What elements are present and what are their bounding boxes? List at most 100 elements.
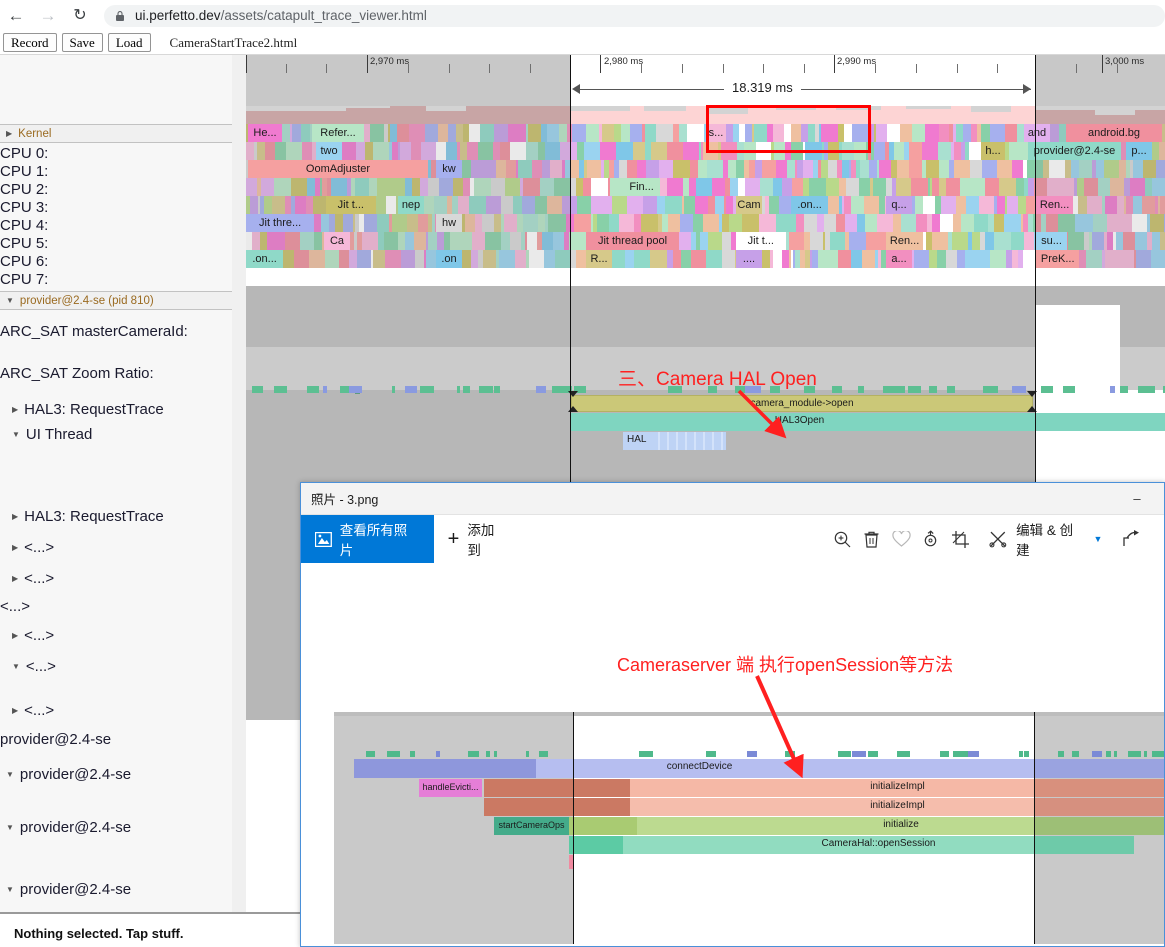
cpu-slice[interactable] xyxy=(994,214,1004,232)
cpu-slice[interactable] xyxy=(706,250,722,268)
inner-tick-chip[interactable] xyxy=(387,751,400,757)
cpu-slice[interactable] xyxy=(929,250,937,268)
cpu-slice[interactable] xyxy=(873,178,886,196)
cpu-slice[interactable] xyxy=(700,232,708,250)
rotate-button[interactable] xyxy=(916,515,946,563)
hal-tick-chip[interactable] xyxy=(307,386,319,393)
inner-tick-chip[interactable] xyxy=(366,751,375,757)
cpu-slice-labeled[interactable]: Jit thread pool xyxy=(586,232,679,250)
thread-track-provider-2[interactable]: ▼ provider@2.4-se xyxy=(0,796,246,858)
cpu-slice[interactable] xyxy=(574,214,591,232)
cpu-slice[interactable] xyxy=(954,160,970,178)
cpu-slice[interactable] xyxy=(999,178,1016,196)
cpu-slice[interactable] xyxy=(1004,214,1021,232)
cpu-slice[interactable] xyxy=(804,214,817,232)
cpu-slice-labeled[interactable]: and xyxy=(1024,124,1050,142)
cpu-slice[interactable] xyxy=(879,160,891,178)
cpu-slice-row-1[interactable]: two h... provider@2.4-se p... xyxy=(246,142,1165,160)
track-group-process[interactable]: ▼ provider@2.4-se (pid 810) xyxy=(0,291,246,310)
track-pane-scrollbar[interactable] xyxy=(232,55,246,912)
cpu-slice-labeled[interactable]: android.bg xyxy=(1066,124,1162,142)
cpu-slice[interactable] xyxy=(1009,142,1022,160)
cpu-slice[interactable] xyxy=(982,160,990,178)
hal-tick-chip[interactable] xyxy=(983,386,998,393)
cpu-slice[interactable] xyxy=(708,232,722,250)
cpu-slice[interactable] xyxy=(916,214,927,232)
cpu-slice[interactable] xyxy=(756,142,771,160)
hal-tick-chip[interactable] xyxy=(349,386,362,393)
cpu-slice-labeled[interactable]: Jit thre... xyxy=(246,214,315,232)
thread-track-hal3-requesttrace-2[interactable]: ▶ HAL3: RequestTrace xyxy=(0,501,246,532)
cpu-slice[interactable] xyxy=(941,196,956,214)
cpu-slice-labeled[interactable]: Jit t... xyxy=(326,196,376,214)
cpu-slice[interactable] xyxy=(1007,196,1018,214)
cpu-slice[interactable] xyxy=(673,160,690,178)
cpu-slice-labeled[interactable]: provider@2.4-se xyxy=(1028,142,1121,160)
cpu-slice-labeled[interactable]: .on xyxy=(436,250,462,268)
inner-tick-chip[interactable] xyxy=(1058,751,1064,757)
cpu-slice[interactable] xyxy=(857,214,865,232)
cpu-slice[interactable] xyxy=(657,196,665,214)
cpu-slice[interactable] xyxy=(862,250,875,268)
cpu-slice[interactable] xyxy=(1011,232,1024,250)
cpu-slice[interactable] xyxy=(842,160,849,178)
cpu-slice[interactable] xyxy=(792,178,803,196)
cpu-slice[interactable] xyxy=(932,178,939,196)
hal-tick-chip[interactable] xyxy=(392,386,395,393)
cpu-slice[interactable] xyxy=(762,160,776,178)
cpu-slice[interactable] xyxy=(972,232,980,250)
cpu-slice[interactable] xyxy=(787,160,795,178)
cpu-slice-labeled[interactable]: PreK... xyxy=(1036,250,1080,268)
inner-tick-chip[interactable] xyxy=(1024,751,1029,757)
cpu-slice[interactable] xyxy=(681,250,691,268)
cpu-slice[interactable] xyxy=(773,250,782,268)
cpu-slice[interactable] xyxy=(667,142,683,160)
cpu-slice-labeled[interactable]: Ren... xyxy=(1036,196,1074,214)
cpu-slice[interactable] xyxy=(591,178,608,196)
cpu-slice[interactable] xyxy=(691,250,706,268)
cpu-slice[interactable] xyxy=(616,142,633,160)
cpu-slice[interactable] xyxy=(759,214,776,232)
cpu-slice-labeled[interactable]: h... xyxy=(981,142,1005,160)
inner-tick-chip[interactable] xyxy=(852,751,866,757)
inner-tick-chip[interactable] xyxy=(838,751,851,757)
cpu-slice[interactable] xyxy=(1005,124,1017,142)
cpu-track-7[interactable]: CPU 7: xyxy=(0,270,246,288)
hal-tick-chip[interactable] xyxy=(890,386,905,393)
cpu-slice[interactable] xyxy=(760,178,773,196)
photos-titlebar[interactable]: 照片 - 3.png – xyxy=(301,483,1164,515)
thread-track-provider-0[interactable]: provider@2.4-se xyxy=(0,726,246,752)
add-to-button[interactable]: + 添加到 xyxy=(434,515,521,563)
cpu-slice-labeled[interactable]: nep xyxy=(398,196,424,214)
cpu-slice-labeled[interactable]: Jit t... xyxy=(736,232,786,250)
cpu-slice[interactable] xyxy=(849,232,866,250)
cpu-slice[interactable] xyxy=(859,178,870,196)
hal-tick-chip[interactable] xyxy=(552,386,559,393)
back-icon[interactable]: ← xyxy=(0,0,32,31)
cpu-slice[interactable] xyxy=(730,178,738,196)
cpu-slice[interactable] xyxy=(966,196,979,214)
cpu-slice-labeled[interactable]: .... xyxy=(736,250,762,268)
inner-tick-chip[interactable] xyxy=(940,751,949,757)
cpu-slice[interactable] xyxy=(851,250,862,268)
inner-tick-chip[interactable] xyxy=(1152,751,1164,757)
cpu-slice[interactable] xyxy=(683,142,699,160)
cpu-slice[interactable] xyxy=(887,124,900,142)
cpu-slice-labeled[interactable]: su... xyxy=(1036,232,1067,250)
cpu-slice[interactable] xyxy=(893,214,901,232)
slice-camera-module-open[interactable]: camera_module->open xyxy=(571,395,1033,412)
hal-tick-chip[interactable] xyxy=(340,386,349,393)
cpu-slice[interactable] xyxy=(896,178,911,196)
minimize-icon[interactable]: – xyxy=(1116,483,1158,514)
cpu-slice[interactable] xyxy=(824,214,836,232)
cpu-slice[interactable] xyxy=(612,250,625,268)
inner-slice-start-camera-ops[interactable]: startCameraOps xyxy=(494,817,569,835)
inner-tick-chip[interactable] xyxy=(1072,751,1079,757)
cpu-slice[interactable] xyxy=(911,178,928,196)
inner-tick-chip[interactable] xyxy=(897,751,910,757)
cpu-slice[interactable] xyxy=(940,214,953,232)
share-button[interactable] xyxy=(1116,515,1146,563)
cpu-slice[interactable] xyxy=(939,178,946,196)
cpu-slice[interactable] xyxy=(957,250,965,268)
cpu-slice[interactable] xyxy=(729,214,742,232)
